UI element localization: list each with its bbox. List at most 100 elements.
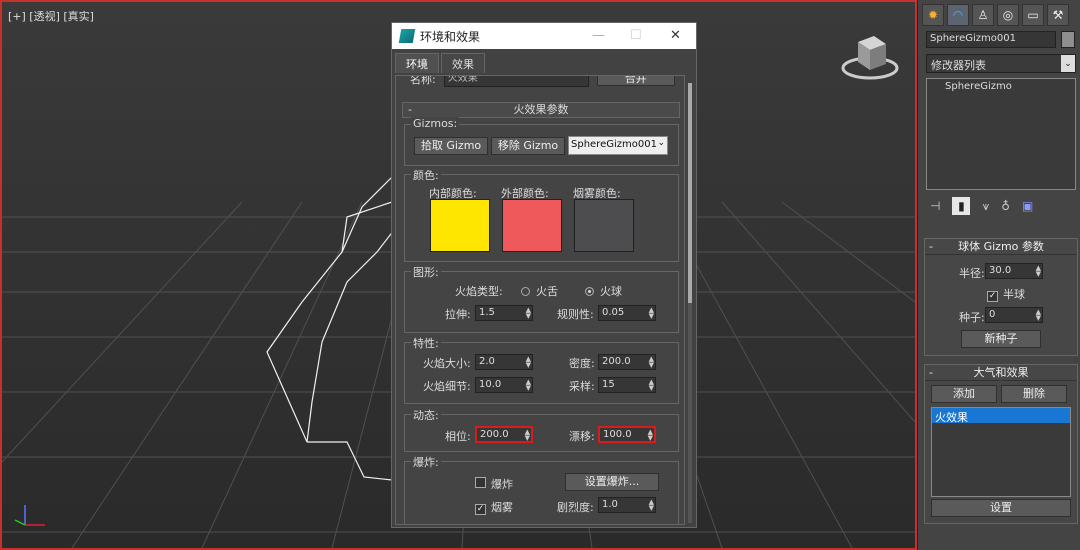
seed-spinner[interactable]: 0 ▲ ▼	[985, 307, 1043, 323]
show-end-result-icon[interactable]: ▮	[952, 197, 971, 215]
regularity-spinner[interactable]: 0.05 ▲ ▼	[598, 305, 656, 321]
modifier-list-dropdown[interactable]: 修改器列表 ⌄	[926, 54, 1076, 73]
viewport-label[interactable]: [+] [透视] [真实]	[8, 8, 94, 24]
object-name-field[interactable]: SphereGizmo001	[926, 31, 1056, 48]
dialog-title: 环境和效果	[420, 29, 481, 44]
spinner-arrows-icon[interactable]: ▲ ▼	[649, 499, 654, 512]
dialog-scrollbar[interactable]	[688, 83, 692, 523]
flame-detail-spinner[interactable]: 10.0 ▲ ▼	[475, 377, 533, 393]
outer-color-swatch[interactable]	[502, 199, 562, 252]
flame-size-spinner[interactable]: 2.0 ▲ ▼	[475, 354, 533, 370]
radius-spinner[interactable]: 30.0 ▲ ▼	[985, 263, 1043, 279]
hierarchy-icon[interactable]: ♙	[972, 4, 994, 26]
motion-icon[interactable]: ◎	[997, 4, 1019, 26]
spinner-arrows-icon[interactable]: ▲ ▼	[648, 429, 653, 442]
add-button[interactable]: 添加	[931, 385, 997, 403]
samples-value: 15	[602, 379, 615, 390]
fury-label: 剧烈度:	[557, 501, 594, 514]
modify-icon[interactable]: ◠	[947, 4, 969, 26]
close-icon[interactable]: ✕	[670, 28, 681, 43]
hemisphere-checkbox-box[interactable]: ✓	[987, 291, 998, 302]
collapse-icon[interactable]: -	[929, 365, 933, 380]
radio-tendril[interactable]: 火舌	[521, 283, 558, 299]
configure-sets-icon[interactable]: ▣	[1022, 199, 1033, 213]
rollout-header[interactable]: - 球体 Gizmo 参数	[925, 239, 1077, 255]
density-spinner[interactable]: 200.0 ▲ ▼	[598, 354, 656, 370]
create-icon[interactable]: ✹	[922, 4, 944, 26]
smoke-checkbox-box[interactable]: ✓	[475, 504, 486, 515]
dialog-titlebar[interactable]: 环境和效果 — ☐ ✕	[392, 23, 696, 49]
spinner-arrows-icon[interactable]: ▲ ▼	[1036, 309, 1041, 322]
viewcube[interactable]	[840, 32, 900, 84]
motion-label: 动态:	[411, 407, 441, 423]
atmospheres-rollout: - 大气和效果 添加 删除 火效果 设置	[924, 364, 1078, 524]
drift-spinner[interactable]: 100.0 ▲ ▼	[598, 426, 656, 443]
delete-button[interactable]: 删除	[1001, 385, 1067, 403]
spinner-arrows-icon[interactable]: ▲ ▼	[526, 356, 531, 369]
spinner-arrows-icon[interactable]: ▲ ▼	[649, 356, 654, 369]
phase-spinner[interactable]: 200.0 ▲ ▼	[475, 426, 533, 443]
pick-gizmo-button[interactable]: 拾取 Gizmo	[414, 137, 488, 155]
smoke-color-swatch[interactable]	[574, 199, 634, 252]
hemisphere-checkbox[interactable]: ✓ 半球	[987, 286, 1025, 302]
setup-explosion-button[interactable]: 设置爆炸...	[565, 473, 659, 491]
fury-value: 1.0	[602, 499, 618, 510]
effects-list[interactable]: 火效果	[931, 407, 1071, 497]
maximize-icon[interactable]: ☐	[630, 28, 642, 43]
modifier-list-label: 修改器列表	[931, 59, 986, 72]
rollout-header[interactable]: - 大气和效果	[925, 365, 1077, 381]
drift-label: 漂移:	[569, 430, 595, 443]
explode-checkbox-box[interactable]	[475, 477, 486, 488]
object-color-swatch[interactable]	[1061, 31, 1075, 48]
remove-modifier-icon[interactable]: ♁	[1001, 199, 1010, 213]
chevron-down-icon[interactable]: ⌄	[657, 138, 665, 148]
explode-checkbox[interactable]: 爆炸	[475, 476, 513, 492]
tab-environment[interactable]: 环境	[395, 53, 439, 73]
spinner-arrows-icon[interactable]: ▲ ▼	[649, 379, 654, 392]
setup-button[interactable]: 设置	[931, 499, 1071, 517]
scrollbar-thumb[interactable]	[688, 83, 692, 303]
tab-effects[interactable]: 效果	[441, 53, 485, 73]
modifier-stack[interactable]: SphereGizmo	[926, 78, 1076, 190]
collapse-icon[interactable]: -	[929, 239, 933, 254]
seed-label: 种子:	[959, 311, 985, 324]
explosion-label: 爆炸:	[411, 454, 441, 470]
minimize-icon[interactable]: —	[592, 28, 605, 43]
shape-group: 图形: 火焰类型: 火舌 火球 拉伸: 1.5 ▲ ▼ 规则性: 0.05 ▲ ▼	[404, 264, 679, 333]
list-item[interactable]: 火效果	[932, 408, 1070, 424]
inner-color-swatch[interactable]	[430, 199, 490, 252]
radio-tendril-circle[interactable]	[521, 287, 530, 296]
smoke-checkbox[interactable]: ✓ 烟雾	[475, 499, 513, 515]
spinner-arrows-icon[interactable]: ▲ ▼	[526, 307, 531, 320]
pin-stack-icon[interactable]: ⊣	[930, 199, 940, 213]
spinner-arrows-icon[interactable]: ▲ ▼	[526, 379, 531, 392]
stack-item[interactable]: SphereGizmo	[945, 81, 1075, 92]
collapse-icon[interactable]: -	[408, 103, 412, 117]
utilities-icon[interactable]: ⚒	[1047, 4, 1069, 26]
radio-fireball-circle[interactable]	[585, 287, 594, 296]
chevron-down-icon[interactable]: ⌄	[1061, 55, 1075, 72]
spinner-arrows-icon[interactable]: ▲ ▼	[1036, 265, 1041, 278]
merge-button[interactable]: 合并	[596, 76, 675, 86]
display-icon[interactable]: ▭	[1022, 4, 1044, 26]
gizmo-select-value: SphereGizmo001	[571, 139, 657, 150]
spinner-arrows-icon[interactable]: ▲ ▼	[525, 429, 530, 442]
spinner-arrows-icon[interactable]: ▲ ▼	[649, 307, 654, 320]
flame-size-label: 火焰大小:	[423, 357, 471, 370]
name-field[interactable]: 火效果	[443, 76, 589, 87]
smoke-label: 烟雾	[491, 501, 513, 514]
new-seed-button[interactable]: 新种子	[961, 330, 1041, 348]
remove-gizmo-button[interactable]: 移除 Gizmo	[491, 137, 565, 155]
radio-fireball[interactable]: 火球	[585, 283, 622, 299]
name-label: 名称:	[410, 75, 436, 86]
make-unique-icon[interactable]: ⩛	[982, 199, 989, 214]
phase-label: 相位:	[445, 430, 471, 443]
rollout-header[interactable]: - 火效果参数	[402, 102, 680, 118]
fury-spinner[interactable]: 1.0 ▲ ▼	[598, 497, 656, 513]
samples-spinner[interactable]: 15 ▲ ▼	[598, 377, 656, 393]
colors-group: 颜色: 内部颜色: 外部颜色: 烟雾颜色:	[404, 167, 679, 262]
gizmo-select[interactable]: SphereGizmo001 ⌄	[568, 136, 668, 155]
stretch-spinner[interactable]: 1.5 ▲ ▼	[475, 305, 533, 321]
flame-detail-label: 火焰细节:	[423, 380, 471, 393]
radio-tendril-label: 火舌	[536, 285, 558, 298]
